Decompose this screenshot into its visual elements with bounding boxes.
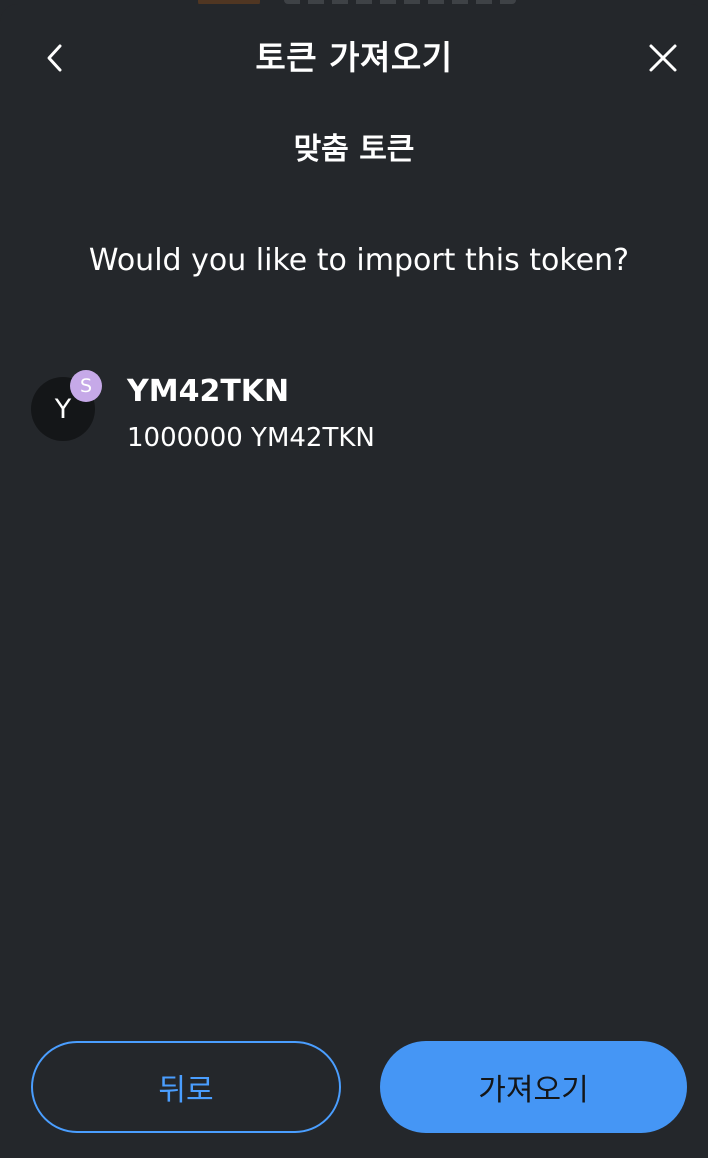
import-token-screen: 토큰 가져오기 맞춤 토큰 Would you like to import t… <box>0 0 708 1158</box>
header: 토큰 가져오기 <box>0 4 708 114</box>
close-button[interactable] <box>637 32 689 84</box>
network-badge: S <box>70 370 102 402</box>
token-avatar-letter: Y <box>54 393 72 425</box>
chevron-left-icon <box>47 44 62 72</box>
back-button[interactable]: 뒤로 <box>31 1041 341 1133</box>
page-title: 토큰 가져오기 <box>255 38 453 77</box>
custom-token-label: 맞춤 토큰 <box>293 132 415 167</box>
token-balance: 1000000 YM42TKN <box>127 423 375 453</box>
footer-actions: 뒤로 가져오기 <box>31 1041 687 1137</box>
token-symbol: YM42TKN <box>127 374 290 409</box>
import-button[interactable]: 가져오기 <box>380 1041 687 1133</box>
import-token-sheet: 토큰 가져오기 맞춤 토큰 Would you like to import t… <box>0 4 708 1158</box>
back-icon-button[interactable] <box>29 32 81 84</box>
network-badge-letter: S <box>79 375 93 397</box>
token-row: Y S YM42TKN 1000000 YM42TKN <box>31 366 671 462</box>
close-icon <box>649 44 677 72</box>
import-question: Would you like to import this token? <box>88 243 630 278</box>
